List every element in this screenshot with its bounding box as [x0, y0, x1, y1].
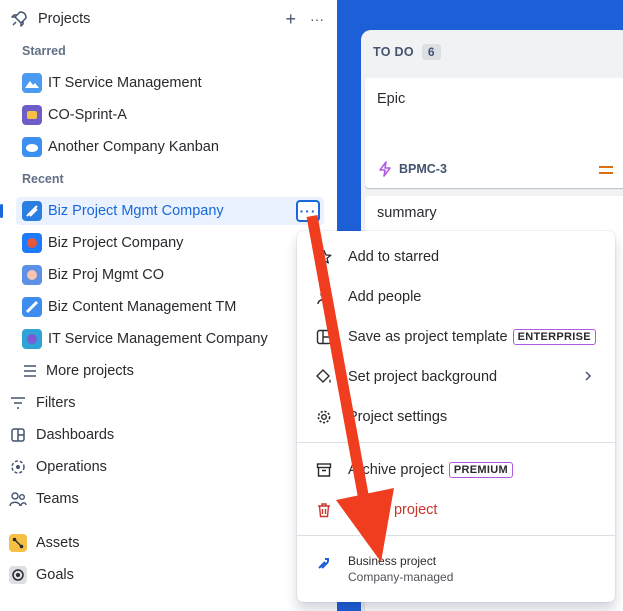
- operations-icon: [8, 457, 28, 477]
- starred-label: Starred: [22, 44, 66, 58]
- rocket-icon: [10, 10, 28, 28]
- sidebar-item-biz-project-mgmt-company[interactable]: Biz Project Mgmt Company ···: [16, 197, 324, 225]
- person-icon: [315, 288, 333, 306]
- sidebar-item-label: Biz Project Company: [48, 235, 184, 251]
- selection-indicator: [0, 204, 3, 218]
- menu-item-delete-project[interactable]: Delete project: [297, 490, 615, 530]
- sidebar-item-biz-proj-mgmt-co[interactable]: Biz Proj Mgmt CO: [16, 261, 324, 289]
- menu-item-label: Set project background: [348, 369, 498, 385]
- teams-icon: [8, 489, 28, 509]
- menu-item-label: Archive project: [348, 462, 444, 478]
- project-avatar: [22, 233, 42, 253]
- project-type-subtitle: Company-managed: [348, 570, 454, 584]
- sidebar-item-it-service-management-company[interactable]: IT Service Management Company: [16, 325, 324, 353]
- dashboard-icon: [8, 425, 28, 445]
- paint-bucket-icon: [315, 368, 333, 386]
- filter-icon: [8, 393, 28, 413]
- sidebar-item-label: Another Company Kanban: [48, 139, 219, 155]
- menu-item-project-settings[interactable]: Project settings: [297, 397, 615, 437]
- sidebar-item-goals[interactable]: Goals: [8, 561, 328, 589]
- sidebar: Projects + ··· Starred IT Service Manage…: [0, 0, 336, 611]
- menu-divider: [297, 535, 615, 536]
- projects-title: Projects: [38, 11, 91, 27]
- recent-label: Recent: [22, 172, 64, 186]
- sidebar-item-co-sprint-a[interactable]: CO-Sprint-A: [16, 101, 324, 129]
- card-title: summary: [377, 205, 437, 221]
- priority-medium-icon: [599, 166, 613, 174]
- sidebar-item-label: Teams: [36, 491, 79, 507]
- sidebar-item-label: Assets: [36, 535, 80, 551]
- premium-badge: PREMIUM: [448, 462, 513, 478]
- menu-item-label: Delete project: [348, 502, 438, 518]
- sidebar-item-label: CO-Sprint-A: [48, 107, 127, 123]
- sidebar-item-label: IT Service Management Company: [48, 331, 268, 347]
- menu-item-label: Add people: [348, 289, 422, 305]
- sidebar-item-label: IT Service Management: [48, 75, 202, 91]
- project-avatar: [22, 297, 42, 317]
- project-avatar: [22, 265, 42, 285]
- project-avatar: [22, 201, 42, 221]
- sidebar-item-biz-content-management-tm[interactable]: Biz Content Management TM: [16, 293, 324, 321]
- archive-icon: [315, 461, 333, 479]
- project-actions-menu: Add to starred Add people Save as projec…: [297, 231, 615, 602]
- card-title: Epic: [377, 91, 406, 107]
- issue-key[interactable]: BPMC-3: [399, 162, 447, 176]
- sidebar-item-label: Biz Content Management TM: [48, 299, 237, 315]
- template-icon: [315, 328, 333, 346]
- column-title: TO DO: [373, 45, 414, 59]
- menu-item-add-people[interactable]: Add people: [297, 277, 615, 317]
- more-projects-label: More projects: [46, 363, 134, 379]
- goals-icon: [8, 565, 28, 585]
- add-project-icon[interactable]: +: [285, 9, 296, 30]
- menu-item-add-to-starred[interactable]: Add to starred: [297, 237, 615, 277]
- projects-more-icon[interactable]: ···: [310, 11, 324, 27]
- menu-item-archive-project[interactable]: Archive project PREMIUM: [297, 450, 615, 490]
- project-avatar: [22, 137, 42, 157]
- sidebar-item-label: Biz Project Mgmt Company: [48, 203, 224, 219]
- sidebar-item-filters[interactable]: Filters: [8, 389, 328, 417]
- sidebar-item-label: Biz Proj Mgmt CO: [48, 267, 165, 283]
- sidebar-item-teams[interactable]: Teams: [8, 485, 328, 513]
- sidebar-item-label: Filters: [36, 395, 76, 411]
- assets-icon: [8, 533, 28, 553]
- menu-item-label: Project settings: [348, 409, 448, 425]
- menu-item-label: Add to starred: [348, 249, 440, 265]
- more-projects-link[interactable]: More projects: [20, 357, 340, 385]
- menu-divider: [297, 442, 615, 443]
- sidebar-item-label: Operations: [36, 459, 107, 475]
- project-type-title: Business project: [348, 554, 437, 568]
- sidebar-item-operations[interactable]: Operations: [8, 453, 328, 481]
- issue-card[interactable]: Epic BPMC-3: [365, 78, 623, 188]
- project-more-actions-button[interactable]: ···: [296, 200, 320, 222]
- enterprise-badge: ENTERPRISE: [512, 329, 596, 345]
- trash-icon: [315, 501, 333, 519]
- menu-item-set-background[interactable]: Set project background: [297, 357, 615, 397]
- sidebar-item-label: Dashboards: [36, 427, 115, 443]
- sidebar-item-dashboards[interactable]: Dashboards: [8, 421, 328, 449]
- sidebar-item-assets[interactable]: Assets: [8, 529, 328, 557]
- star-icon: [315, 248, 333, 266]
- sidebar-item-it-service-management[interactable]: IT Service Management: [16, 69, 324, 97]
- sidebar-item-biz-project-company[interactable]: Biz Project Company: [16, 229, 324, 257]
- menu-item-save-as-template[interactable]: Save as project template ENTERPRISE: [297, 317, 615, 357]
- chevron-right-icon: [583, 369, 593, 385]
- business-project-icon: [317, 556, 331, 573]
- projects-header[interactable]: Projects + ···: [10, 5, 330, 33]
- menu-item-label: Save as project template: [348, 329, 508, 345]
- column-count-badge: 6: [421, 44, 441, 60]
- project-avatar: [22, 73, 42, 93]
- project-avatar: [22, 105, 42, 125]
- gear-icon: [315, 408, 333, 426]
- project-avatar: [22, 329, 42, 349]
- epic-icon: [377, 161, 393, 177]
- list-icon: [20, 361, 40, 381]
- sidebar-item-another-company-kanban[interactable]: Another Company Kanban: [16, 133, 324, 161]
- sidebar-item-label: Goals: [36, 567, 74, 583]
